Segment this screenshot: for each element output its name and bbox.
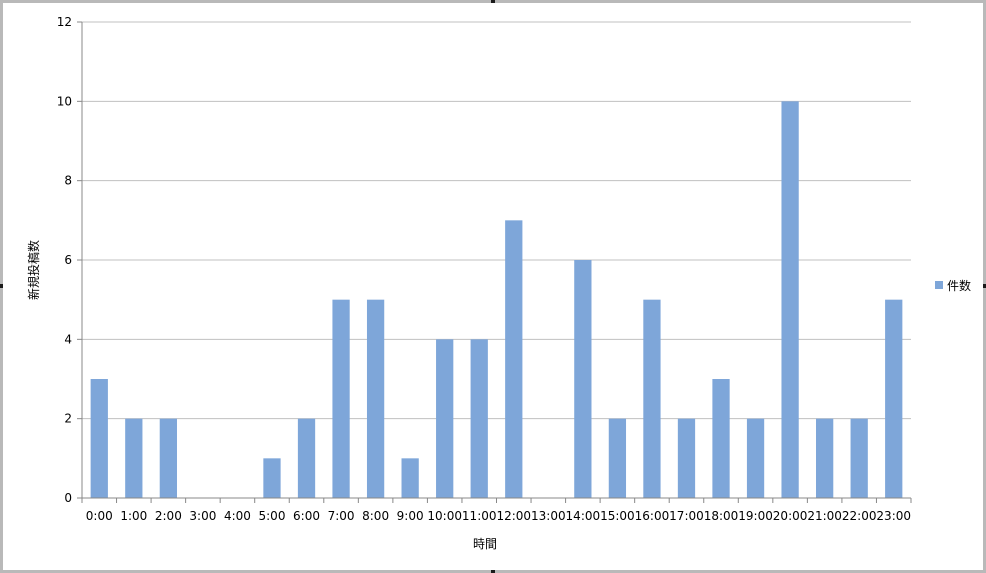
x-tick-label: 10:00: [427, 509, 462, 523]
bar: [781, 101, 799, 498]
x-axis-title: 時間: [473, 537, 497, 551]
x-tick-label: 21:00: [807, 509, 842, 523]
bar: [574, 260, 592, 498]
bar: [816, 418, 834, 498]
bar: [297, 418, 316, 498]
x-tick-label: 16:00: [635, 509, 670, 523]
legend-label: 件数: [947, 278, 971, 293]
bar: [712, 379, 730, 498]
x-tick-label: 8:00: [362, 509, 389, 523]
legend: 件数: [935, 278, 971, 293]
x-tick-label: 5:00: [259, 509, 286, 523]
bar: [643, 299, 661, 498]
bar: [332, 299, 350, 498]
x-tick-label: 7:00: [328, 509, 355, 523]
bar: [885, 299, 903, 498]
y-tick-label: 4: [64, 332, 72, 346]
x-tick-label: 2:00: [155, 509, 182, 523]
bar: [608, 418, 627, 498]
x-tick-label: 17:00: [669, 509, 704, 523]
legend-swatch: [935, 281, 943, 289]
x-tick-label: 18:00: [704, 509, 739, 523]
bar: [436, 339, 454, 498]
bar-chart: 0 2 4 6 8 10 12 0:00 1:00 2:00 3:00 4:00 5:00 6:00 7:…: [26, 15, 971, 551]
x-tick-label: 9:00: [397, 509, 424, 523]
x-tick-label: 3:00: [189, 509, 216, 523]
bar: [366, 299, 385, 498]
bar: [159, 418, 177, 498]
x-tick-label: 0:00: [86, 509, 113, 523]
bar: [401, 458, 419, 498]
bar: [125, 418, 143, 498]
y-axis-ticks: 0 2 4 6 8 10 12: [57, 15, 82, 505]
bar: [850, 418, 868, 498]
x-tick-label: 13:00: [531, 509, 566, 523]
x-tick-label: 1:00: [120, 509, 147, 523]
y-tick-label: 8: [64, 174, 72, 188]
y-tick-label: 6: [64, 253, 72, 267]
bars: [90, 101, 903, 499]
x-tick-label: 15:00: [600, 509, 635, 523]
x-tick-label: 22:00: [842, 509, 877, 523]
bar: [677, 418, 696, 498]
y-tick-label: 0: [64, 491, 72, 505]
bar: [263, 458, 281, 498]
x-tick-label: 12:00: [496, 509, 531, 523]
x-tick-label: 4:00: [224, 509, 251, 523]
x-tick-label: 23:00: [876, 509, 911, 523]
y-tick-label: 10: [57, 94, 72, 108]
y-tick-label: 2: [64, 412, 72, 426]
x-axis-ticks: 0:00 1:00 2:00 3:00 4:00 5:00 6:00 7:00 8:00 9:00…: [81, 498, 912, 523]
bar: [470, 339, 488, 498]
x-tick-label: 20:00: [773, 509, 808, 523]
y-tick-label: 12: [57, 15, 72, 29]
x-tick-label: 19:00: [738, 509, 773, 523]
bar: [505, 220, 523, 499]
x-tick-label: 11:00: [462, 509, 497, 523]
x-tick-label: 14:00: [566, 509, 601, 523]
x-tick-label: 6:00: [293, 509, 320, 523]
bar: [90, 379, 108, 498]
y-axis-title: 新規投稿数: [26, 240, 41, 300]
bar: [746, 418, 765, 498]
